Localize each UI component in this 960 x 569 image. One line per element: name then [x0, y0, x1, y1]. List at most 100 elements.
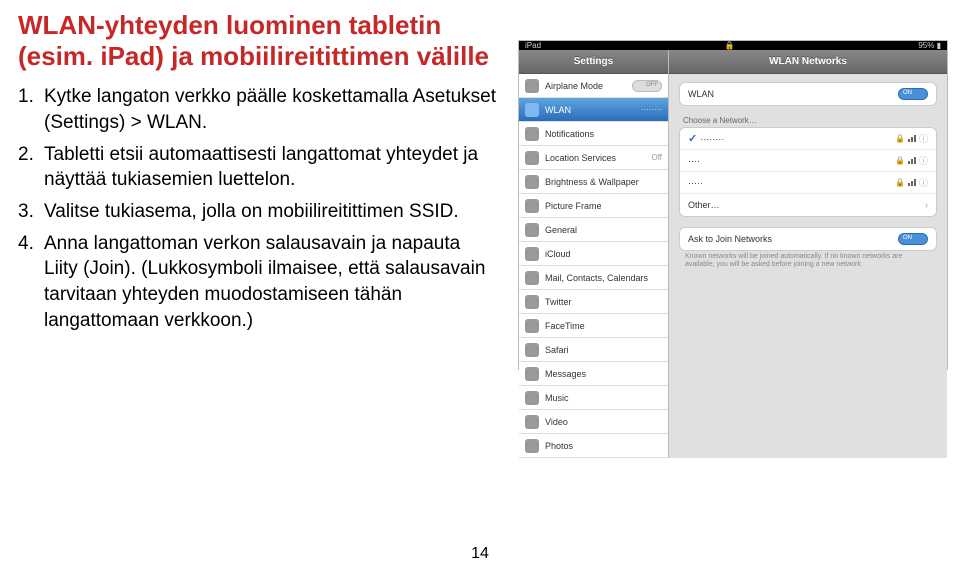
- sidebar-item-label: WLAN: [545, 105, 635, 115]
- sidebar-item-label: Photos: [545, 441, 662, 451]
- sidebar-item-label: Picture Frame: [545, 201, 662, 211]
- sidebar-item-location-services[interactable]: Location Services Off: [519, 146, 668, 170]
- sidebar-item-twitter[interactable]: Twitter: [519, 290, 668, 314]
- sidebar-item-label: Video: [545, 417, 662, 427]
- ask-toggle-on[interactable]: [898, 233, 928, 245]
- network-row[interactable]: ✓ ········ 🔒 ⓘ: [680, 128, 936, 150]
- step-item: 2. Tabletti etsii automaattisesti langat…: [18, 142, 498, 193]
- bell-icon: [525, 127, 539, 141]
- wifi-icon: [525, 103, 539, 117]
- step-item: 3. Valitse tukiasema, jolla on mobiilire…: [18, 199, 498, 225]
- network-row[interactable]: ····· 🔒 ⓘ: [680, 172, 936, 194]
- cloud-icon: [525, 247, 539, 261]
- panel-title: WLAN Networks: [669, 50, 947, 74]
- sidebar-item-brightness-wallpaper[interactable]: Brightness & Wallpaper: [519, 170, 668, 194]
- sidebar-item-mail-contacts-calendars[interactable]: Mail, Contacts, Calendars: [519, 266, 668, 290]
- wlan-label: WLAN: [688, 89, 714, 99]
- wifi-signal-icon: [908, 157, 916, 164]
- mail-icon: [525, 271, 539, 285]
- twitter-icon: [525, 295, 539, 309]
- steps-list: 1. Kytke langaton verkko päälle kosketta…: [18, 84, 498, 333]
- sidebar-item-messages[interactable]: Messages: [519, 362, 668, 386]
- facetime-icon: [525, 319, 539, 333]
- detail-icon[interactable]: ⓘ: [919, 132, 928, 145]
- sidebar-item-label: Messages: [545, 369, 662, 379]
- sidebar-item-label: Twitter: [545, 297, 662, 307]
- wlan-toggle-row[interactable]: WLAN: [680, 83, 936, 105]
- network-name: ·····: [688, 178, 703, 188]
- chevron-right-icon: ›: [925, 200, 928, 210]
- location-icon: [525, 151, 539, 165]
- safari-icon: [525, 343, 539, 357]
- network-other-row[interactable]: Other… ›: [680, 194, 936, 216]
- gear-icon: [525, 223, 539, 237]
- ask-to-join-label: Ask to Join Networks: [688, 234, 772, 244]
- lock-icon: 🔒: [895, 156, 905, 165]
- detail-icon[interactable]: ⓘ: [919, 154, 928, 167]
- sidebar-item-label: Mail, Contacts, Calendars: [545, 273, 662, 283]
- ipad-screenshot: iPad 🔒 95% ▮ Settings Airplane Mode WLAN ·…: [518, 40, 948, 370]
- lock-icon: 🔒: [725, 41, 735, 50]
- wlan-panel: WLAN Networks WLAN Choose a Network: [669, 50, 947, 458]
- sidebar-item-label: General: [545, 225, 662, 235]
- sidebar-item-label: Safari: [545, 345, 662, 355]
- lock-icon: 🔒: [895, 178, 905, 187]
- video-icon: [525, 415, 539, 429]
- step-number: 1.: [18, 84, 44, 135]
- sidebar-item-value: Off: [651, 153, 662, 162]
- step-item: 1. Kytke langaton verkko päälle kosketta…: [18, 84, 498, 135]
- detail-icon[interactable]: ⓘ: [919, 176, 928, 189]
- sidebar-item-icloud[interactable]: iCloud: [519, 242, 668, 266]
- step-number: 3.: [18, 199, 44, 225]
- sidebar-item-label: iCloud: [545, 249, 662, 259]
- sidebar-item-label: Airplane Mode: [545, 81, 626, 91]
- status-left: iPad: [525, 41, 541, 50]
- airplane-toggle-off[interactable]: [632, 80, 662, 92]
- sidebar-item-label: Notifications: [545, 129, 662, 139]
- network-name: ····: [688, 156, 700, 166]
- sidebar-item-label: Location Services: [545, 153, 645, 163]
- sidebar-item-label: Brightness & Wallpaper: [545, 177, 662, 187]
- status-right: 95% ▮: [918, 41, 941, 50]
- page-title: WLAN-yhteyden luominen tabletin (esim. i…: [18, 10, 498, 72]
- step-text: Kytke langaton verkko päälle koskettamal…: [44, 84, 498, 135]
- step-text: Valitse tukiasema, jolla on mobiilireiti…: [44, 199, 498, 225]
- wifi-signal-icon: [908, 179, 916, 186]
- brightness-icon: [525, 175, 539, 189]
- ask-to-join-note: Known networks will be joined automatica…: [679, 251, 937, 272]
- step-number: 4.: [18, 231, 44, 334]
- airplane-icon: [525, 79, 539, 93]
- network-row[interactable]: ···· 🔒 ⓘ: [680, 150, 936, 172]
- sidebar-item-label: FaceTime: [545, 321, 662, 331]
- step-number: 2.: [18, 142, 44, 193]
- settings-sidebar: Settings Airplane Mode WLAN ········ Notifi…: [519, 50, 669, 458]
- sidebar-title: Settings: [519, 50, 668, 74]
- step-text: Tabletti etsii automaattisesti langattom…: [44, 142, 498, 193]
- sidebar-item-video[interactable]: Video: [519, 410, 668, 434]
- lock-icon: 🔒: [895, 134, 905, 143]
- step-item: 4. Anna langattoman verkon salausavain j…: [18, 231, 498, 334]
- network-name: ········: [700, 134, 724, 144]
- sidebar-item-wlan[interactable]: WLAN ········: [519, 98, 668, 122]
- sidebar-item-notifications[interactable]: Notifications: [519, 122, 668, 146]
- checkmark-icon: ✓: [688, 133, 700, 145]
- sidebar-item-photos[interactable]: Photos: [519, 434, 668, 458]
- wifi-signal-icon: [908, 135, 916, 142]
- sidebar-item-label: Music: [545, 393, 662, 403]
- sidebar-item-music[interactable]: Music: [519, 386, 668, 410]
- ask-to-join-row[interactable]: Ask to Join Networks: [680, 228, 936, 250]
- music-icon: [525, 391, 539, 405]
- frame-icon: [525, 199, 539, 213]
- wlan-toggle-on[interactable]: [898, 88, 928, 100]
- sidebar-item-picture-frame[interactable]: Picture Frame: [519, 194, 668, 218]
- sidebar-item-value: ········: [641, 105, 662, 114]
- photos-icon: [525, 439, 539, 453]
- step-text: Anna langattoman verkon salausavain ja n…: [44, 231, 498, 334]
- sidebar-item-facetime[interactable]: FaceTime: [519, 314, 668, 338]
- sidebar-item-safari[interactable]: Safari: [519, 338, 668, 362]
- page-number: 14: [471, 545, 489, 563]
- status-bar: iPad 🔒 95% ▮: [519, 41, 947, 50]
- sidebar-item-general[interactable]: General: [519, 218, 668, 242]
- sidebar-item-airplane-mode[interactable]: Airplane Mode: [519, 74, 668, 98]
- network-name: Other…: [688, 200, 720, 210]
